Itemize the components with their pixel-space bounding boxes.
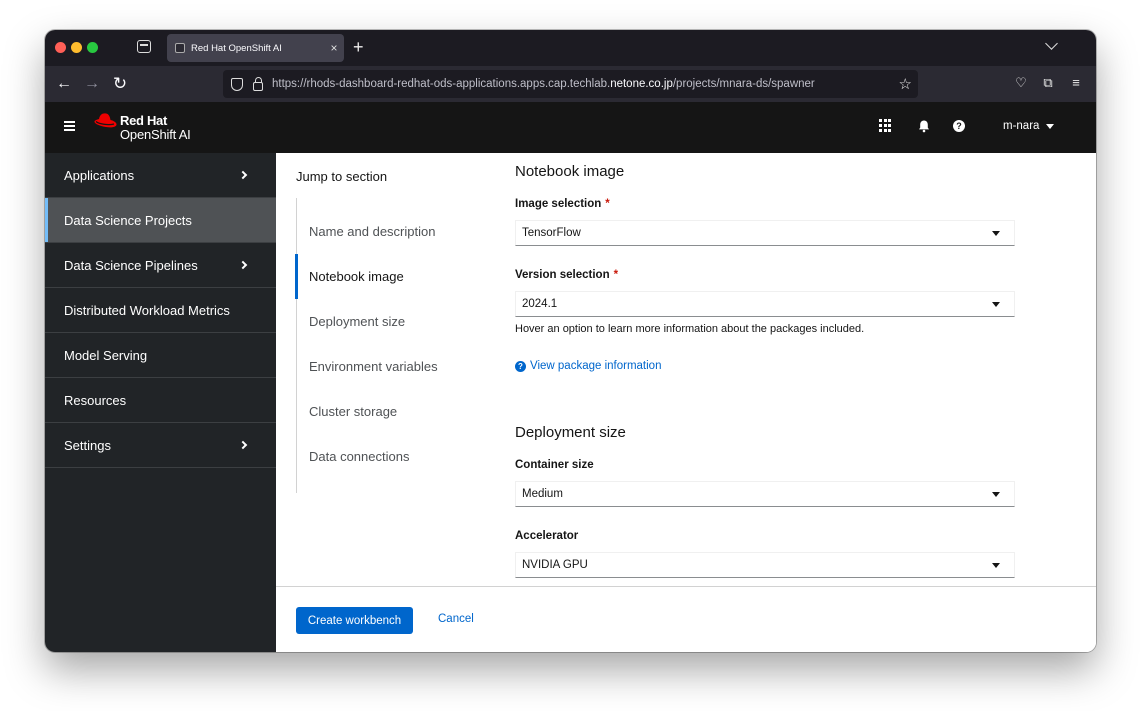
- back-arrow-icon[interactable]: ←: [53, 73, 75, 95]
- caret-down-icon: [992, 563, 1000, 568]
- url-prefix: https://rhods-dashboard-redhat-ods-appli…: [272, 78, 611, 90]
- container-size-value: Medium: [522, 488, 563, 500]
- notification-bell-icon[interactable]: [917, 119, 931, 133]
- menu-icon[interactable]: ≡: [1068, 75, 1084, 90]
- jump-links: Name and description Notebook image Depl…: [295, 198, 476, 493]
- jump-link-deployment-size[interactable]: Deployment size: [297, 299, 476, 344]
- sidebar-item-label: Data Science Projects: [64, 212, 192, 228]
- shield-icon[interactable]: [231, 77, 243, 91]
- lock-icon[interactable]: [253, 76, 263, 91]
- deployment-size-heading: Deployment size: [515, 424, 626, 441]
- brand-name: Red Hat: [120, 113, 168, 128]
- sidebar-item-applications[interactable]: Applications: [45, 153, 276, 198]
- redhat-favicon-icon: [175, 43, 185, 53]
- tab-title: Red Hat OpenShift AI: [191, 42, 282, 54]
- url-domain: netone.co.jp: [610, 78, 673, 90]
- cancel-button[interactable]: Cancel: [438, 613, 474, 625]
- caret-down-icon: [992, 492, 1000, 497]
- accelerator-label: Accelerator: [515, 530, 579, 542]
- caret-down-icon: [992, 231, 1000, 236]
- image-selection-label: Image selection *: [515, 198, 610, 210]
- sidebar-item-data-science-pipelines[interactable]: Data Science Pipelines: [45, 243, 276, 288]
- accelerator-dropdown[interactable]: NVIDIA GPU: [515, 552, 1015, 578]
- redhat-logo-icon[interactable]: [94, 112, 117, 129]
- bookmark-star-icon[interactable]: ☆: [899, 75, 912, 93]
- accelerator-value: NVIDIA GPU: [522, 559, 588, 571]
- maximize-window-button[interactable]: [87, 42, 98, 53]
- hamburger-menu-icon[interactable]: [64, 121, 75, 131]
- question-circle-icon: ?: [515, 360, 526, 372]
- caret-down-icon: [1046, 123, 1055, 129]
- create-workbench-button[interactable]: Create workbench: [296, 607, 413, 634]
- required-indicator: *: [613, 269, 619, 281]
- tab-close-icon[interactable]: ×: [324, 41, 344, 55]
- jump-link-environment-variables[interactable]: Environment variables: [297, 344, 476, 389]
- chevron-right-icon: [238, 260, 248, 270]
- jump-link-name-and-description[interactable]: Name and description: [297, 209, 476, 254]
- jump-to-section-title: Jump to section: [296, 169, 388, 184]
- app-launcher-grid-icon[interactable]: [879, 119, 893, 133]
- address-bar[interactable]: https://rhods-dashboard-redhat-ods-appli…: [223, 70, 918, 98]
- image-selection-label-text: Image selection: [515, 198, 602, 210]
- product-name: OpenShift AI: [120, 127, 191, 142]
- sidebar-item-model-serving[interactable]: Model Serving: [45, 333, 276, 378]
- sidebar-item-label: Data Science Pipelines: [64, 257, 198, 273]
- browser-window: Red Hat OpenShift AI × + ← → ↻ https://r…: [45, 30, 1096, 652]
- sidebar-nav: Applications Data Science Projects Data …: [45, 153, 276, 652]
- container-size-dropdown[interactable]: Medium: [515, 481, 1015, 507]
- help-icon[interactable]: ?: [953, 120, 965, 132]
- image-selection-dropdown[interactable]: TensorFlow: [515, 220, 1015, 246]
- app-masthead: Red Hat OpenShift AI ? m-nara: [45, 102, 1096, 153]
- required-indicator: *: [605, 198, 610, 210]
- sidebar-item-label: Resources: [64, 392, 127, 408]
- tabs-overview-icon[interactable]: [137, 40, 151, 53]
- minimize-window-button[interactable]: [71, 42, 82, 53]
- image-selection-value: TensorFlow: [522, 227, 581, 239]
- sidebar-item-resources[interactable]: Resources: [45, 378, 276, 423]
- browser-toolbar: ← → ↻ https://rhods-dashboard-redhat-ods…: [45, 66, 1096, 102]
- version-selection-value: 2024.1: [522, 298, 558, 310]
- sidebar-item-distributed-workload-metrics[interactable]: Distributed Workload Metrics: [45, 288, 276, 333]
- jump-link-cluster-storage[interactable]: Cluster storage: [297, 389, 476, 434]
- view-package-information-link[interactable]: ? View package information: [515, 360, 661, 372]
- user-name: m-nara: [1003, 120, 1040, 132]
- tab-strip: Red Hat OpenShift AI × +: [45, 30, 1096, 66]
- version-selection-label-text: Version selection: [515, 269, 610, 281]
- chevron-right-icon: [238, 440, 248, 450]
- sidebar-item-label: Model Serving: [64, 347, 148, 363]
- sidebar-item-settings[interactable]: Settings: [45, 423, 276, 468]
- main-content: Jump to section Name and description Not…: [276, 153, 1096, 652]
- forward-arrow-icon[interactable]: →: [81, 73, 103, 95]
- form-footer: Create workbench Cancel: [276, 586, 1096, 652]
- extensions-icon[interactable]: ⧉: [1040, 75, 1056, 91]
- chevron-right-icon: [238, 170, 248, 180]
- view-package-information-label: View package information: [530, 360, 662, 372]
- notebook-image-heading: Notebook image: [515, 163, 625, 180]
- reload-icon[interactable]: ↻: [109, 73, 131, 95]
- url-text: https://rhods-dashboard-redhat-ods-appli…: [272, 78, 815, 90]
- new-tab-button[interactable]: +: [353, 36, 364, 58]
- user-menu[interactable]: m-nara: [1003, 120, 1055, 132]
- version-selection-label: Version selection *: [515, 269, 618, 281]
- container-size-label: Container size: [515, 459, 594, 471]
- version-helper-text: Hover an option to learn more informatio…: [515, 323, 865, 335]
- close-window-button[interactable]: [55, 42, 66, 53]
- jump-link-notebook-image[interactable]: Notebook image: [295, 254, 476, 299]
- sidebar-item-label: Settings: [64, 437, 111, 453]
- browser-tab[interactable]: Red Hat OpenShift AI ×: [167, 34, 344, 62]
- sidebar-item-label: Applications: [64, 167, 135, 183]
- list-all-tabs-icon[interactable]: [1045, 37, 1058, 50]
- sidebar-item-label: Distributed Workload Metrics: [64, 302, 230, 318]
- version-selection-dropdown[interactable]: 2024.1: [515, 291, 1015, 317]
- caret-down-icon: [992, 302, 1000, 307]
- jump-link-data-connections[interactable]: Data connections: [297, 434, 476, 479]
- pocket-icon[interactable]: ♡: [1013, 75, 1029, 91]
- url-path: /projects/mnara-ds/spawner: [672, 78, 815, 90]
- sidebar-item-data-science-projects[interactable]: Data Science Projects: [45, 198, 276, 243]
